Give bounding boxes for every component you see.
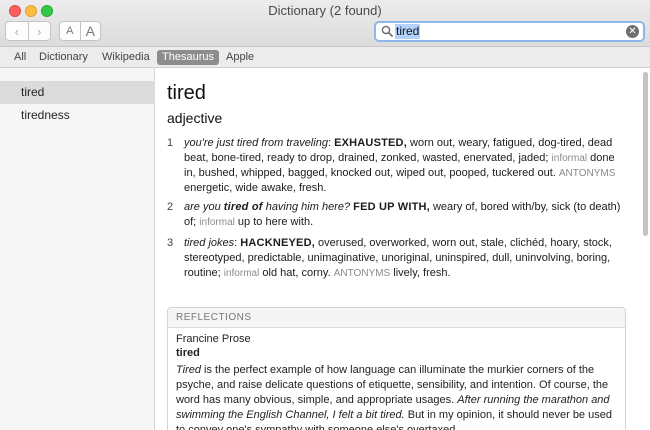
sense-example: are you: [184, 201, 224, 213]
sense-example-end: having him here?: [262, 201, 351, 213]
tab-thesaurus[interactable]: Thesaurus: [157, 50, 219, 65]
register-label: informal: [223, 268, 260, 279]
search-input[interactable]: tired: [395, 24, 421, 39]
search-icon: [381, 25, 393, 37]
sense-example: you're just tired from traveling: [184, 137, 328, 149]
register-label: informal: [551, 153, 588, 164]
antonyms-label: ANTONYMS: [333, 268, 391, 279]
reflections-text-word: Tired: [176, 364, 201, 376]
sense-keyword[interactable]: FED UP WITH,: [353, 201, 430, 213]
result-item-tiredness[interactable]: tiredness: [0, 104, 155, 127]
tab-all[interactable]: All: [9, 50, 31, 65]
result-item-tired[interactable]: tired: [0, 81, 155, 104]
back-button[interactable]: ‹: [6, 22, 28, 40]
window-titlebar: Dictionary (2 found) ‹ › A A tired ✕: [0, 0, 650, 47]
reflections-text: Tired is the perfect example of how lang…: [168, 360, 625, 430]
part-of-speech: adjective: [167, 110, 223, 126]
navigation-buttons: ‹ ›: [5, 21, 51, 41]
sense-number: 2: [167, 201, 174, 213]
scrollbar[interactable]: [643, 72, 648, 236]
reflections-author: Francine Prose: [176, 333, 251, 345]
sense-keyword[interactable]: HACKNEYED,: [240, 237, 315, 249]
tab-dictionary[interactable]: Dictionary: [34, 50, 93, 65]
forward-button[interactable]: ›: [27, 22, 51, 40]
headword: tired: [167, 82, 206, 104]
font-size-buttons: A A: [59, 21, 101, 41]
increase-font-button[interactable]: A: [79, 22, 101, 40]
sense-informal: up to here with.: [234, 216, 314, 228]
sense-antonyms: lively, fresh.: [390, 267, 451, 279]
sense-example: tired jokes: [184, 237, 235, 249]
window-title: Dictionary (2 found): [268, 3, 382, 18]
entry-content: tired adjective 1 you're just tired from…: [156, 68, 650, 430]
decrease-font-button[interactable]: A: [60, 22, 80, 40]
sense-keyword[interactable]: EXHAUSTED,: [334, 137, 407, 149]
source-tab-bar: All Dictionary Wikipedia Thesaurus Apple: [0, 47, 650, 68]
clear-search-icon[interactable]: ✕: [626, 25, 639, 38]
antonyms-label: ANTONYMS: [558, 168, 616, 179]
sense-number: 1: [167, 137, 174, 149]
chevron-right-icon: ›: [37, 23, 42, 39]
tab-apple[interactable]: Apple: [221, 50, 259, 65]
sense-informal: old hat, corny.: [259, 267, 334, 279]
reflections-word: tired: [176, 347, 200, 359]
sense-3: 3 tired jokes: HACKNEYED, overused, over…: [167, 236, 627, 281]
chevron-left-icon: ‹: [14, 23, 19, 39]
reflections-panel: REFLECTIONS Francine Prose tired Tired i…: [167, 307, 626, 430]
tab-wikipedia[interactable]: Wikipedia: [97, 50, 155, 65]
search-field[interactable]: tired ✕: [374, 21, 645, 42]
results-sidebar: tired tiredness: [0, 68, 155, 430]
sense-2: 2 are you tired of having him here? FED …: [167, 200, 627, 230]
reflections-header: REFLECTIONS: [168, 308, 625, 328]
sense-number: 3: [167, 237, 174, 249]
register-label: informal: [199, 217, 235, 228]
sense-1: 1 you're just tired from traveling: EXHA…: [167, 136, 627, 196]
sense-antonyms: energetic, wide awake, fresh.: [184, 182, 327, 194]
sense-example-word: tired of: [223, 201, 263, 213]
